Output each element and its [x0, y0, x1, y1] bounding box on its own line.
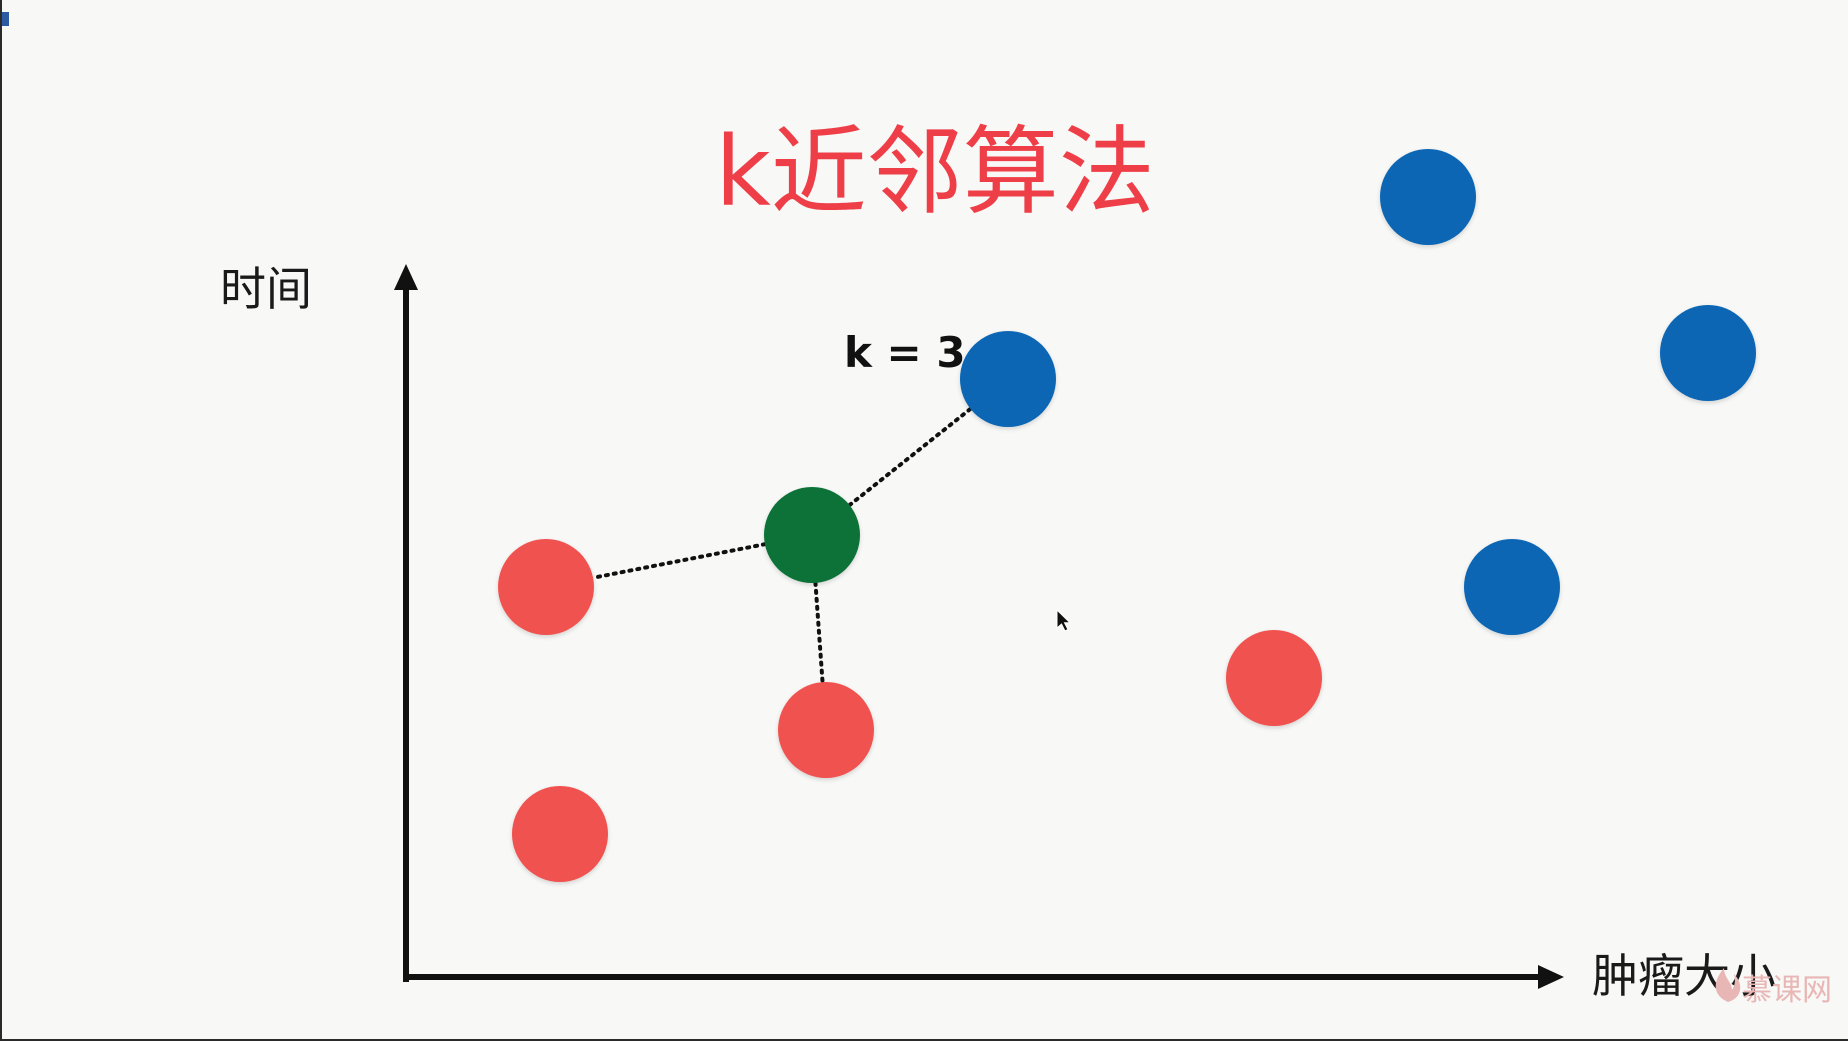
neighbor-link-2: [813, 580, 825, 685]
data-points: [498, 149, 1756, 882]
y-axis-label: 时间: [220, 262, 312, 316]
blue-point-4: [1464, 539, 1560, 635]
blue-point-1: [960, 331, 1056, 427]
red-point-1: [498, 539, 594, 635]
watermark-text: 慕课网: [1742, 973, 1832, 1008]
red-point-4: [1226, 630, 1322, 726]
slide: k近邻算法 时间 肿瘤大小 k = 3 慕课网: [0, 0, 1848, 1041]
knn-diagram: k近邻算法 时间 肿瘤大小 k = 3 慕课网: [220, 116, 1832, 1008]
slide-title: k近邻算法: [715, 116, 1155, 228]
blue-point-3: [1660, 305, 1756, 401]
mouse-cursor: [1056, 608, 1072, 632]
blue-point-2: [1380, 149, 1476, 245]
neighbor-link-1: [591, 542, 767, 580]
neighbor-link-3: [847, 406, 973, 508]
y-axis-arrow: [394, 264, 418, 290]
red-point-3: [512, 786, 608, 882]
red-point-2: [778, 682, 874, 778]
k-value-label: k = 3: [844, 328, 966, 377]
query-point: [764, 487, 860, 583]
x-axis-arrow: [1538, 965, 1564, 989]
